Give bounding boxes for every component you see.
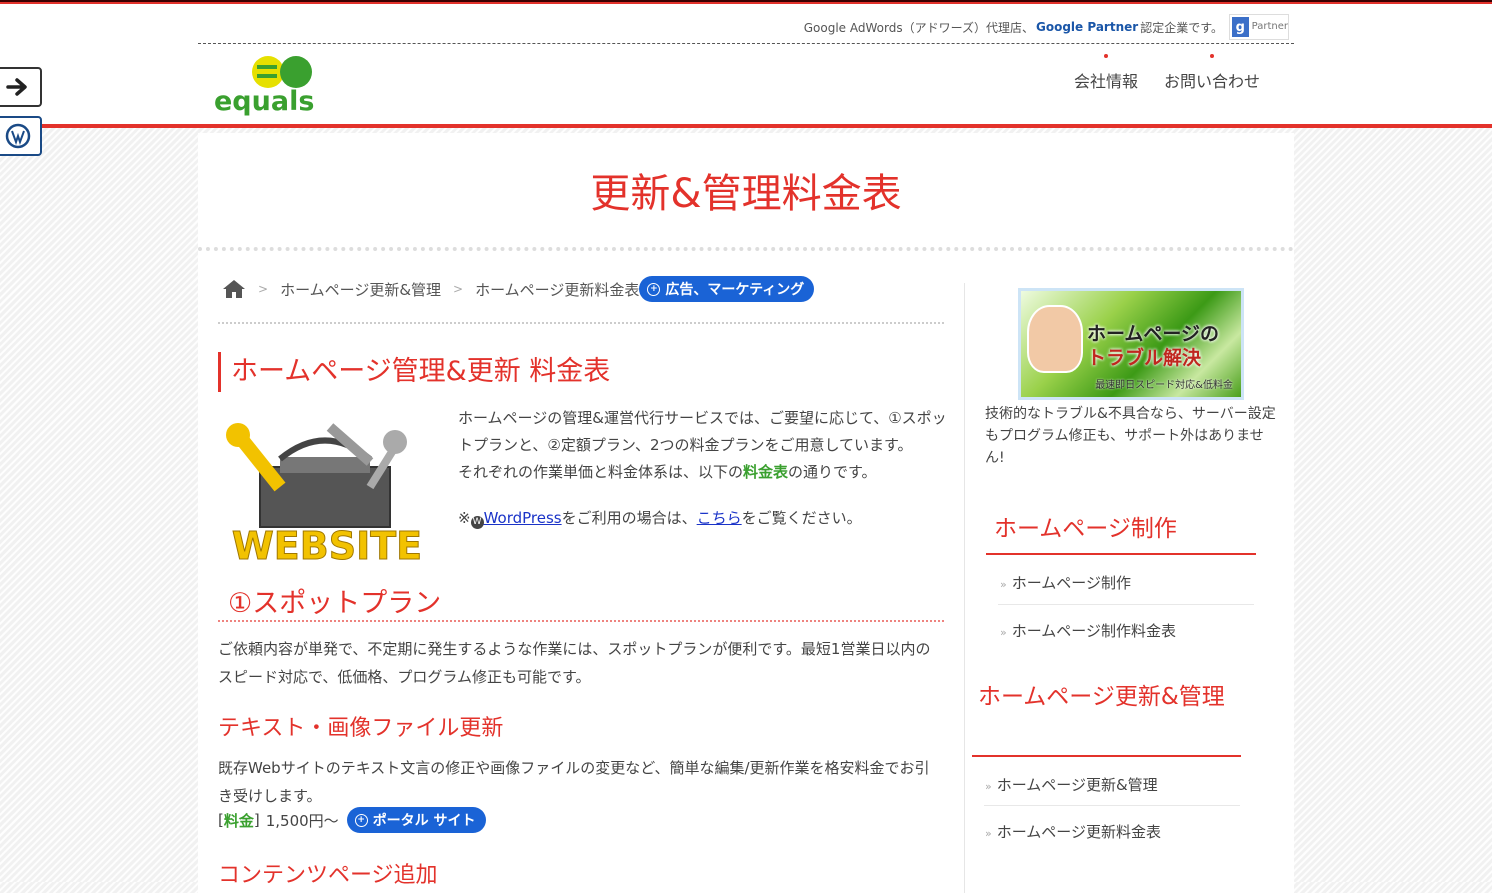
wordpress-button[interactable] bbox=[0, 116, 42, 156]
badge-label: Partner bbox=[1251, 21, 1288, 32]
contents-add-heading: コンテンツページ追加 bbox=[218, 863, 438, 888]
here-link[interactable]: こちら bbox=[697, 509, 742, 527]
arrow-right-icon bbox=[6, 78, 27, 96]
content-container: 更新&管理料金表 > ホームページ更新&管理 > ホームページ更新料金表 + 広… bbox=[198, 133, 1294, 893]
nav-contact[interactable]: お問い合わせ bbox=[1164, 54, 1261, 92]
nav-dot bbox=[1104, 54, 1108, 58]
banner-line1: ホームページの bbox=[1087, 323, 1220, 345]
sidebar-item-label: ホームページ制作 bbox=[1011, 574, 1131, 592]
chevron-right-icon: » bbox=[1000, 626, 1007, 639]
pill-label: 広告、マーケティング bbox=[665, 282, 805, 298]
partner-notice: Google AdWords（アドワーズ）代理店、 Google Partner… bbox=[804, 14, 1289, 40]
plus-circle-icon: + bbox=[354, 813, 368, 827]
intro-paragraph-2: それぞれの作業単価と料金体系は、以下の料金表の通りです。 bbox=[458, 459, 948, 486]
partner-strong: Google Partner bbox=[1036, 20, 1139, 34]
spot-plan-description: ご依頼内容が単発で、不定期に発生するような作業には、スポットプランが便利です。最… bbox=[218, 640, 931, 686]
nav-dot bbox=[1210, 54, 1215, 58]
spot-plan-heading: ①スポットプラン bbox=[228, 588, 442, 619]
website-toolbox-image: WEBSITE bbox=[226, 423, 423, 567]
breadcrumb-divider bbox=[218, 322, 944, 324]
partner-text: Google AdWords（アドワーズ）代理店、 bbox=[803, 20, 1034, 35]
person-image bbox=[1027, 305, 1083, 373]
sidebar-heading-update: ホームページ更新&管理 bbox=[978, 684, 1225, 710]
trouble-banner[interactable]: ホームページの トラブル解決 最速即日スピード対応&低料金 bbox=[1018, 288, 1244, 400]
nav-label: お問い合わせ bbox=[1164, 72, 1261, 91]
google-icon: g bbox=[1232, 17, 1249, 37]
google-partner-badge[interactable]: g Partner bbox=[1229, 14, 1289, 40]
top-dark-line bbox=[0, 0, 1492, 2]
banner-line3: 最速即日スピード対応&低料金 bbox=[1095, 380, 1233, 391]
note-text: をご覧ください。 bbox=[741, 509, 862, 527]
page-title: 更新&管理料金表 bbox=[590, 171, 902, 217]
partner-text-post: 認定企業です。 bbox=[1140, 20, 1223, 35]
sidebar-item-label: ホームページ制作料金表 bbox=[1011, 622, 1176, 640]
nav-company-info[interactable]: 会社情報 bbox=[1074, 54, 1139, 92]
sidebar-heading-underline bbox=[986, 553, 1256, 555]
intro-text: ホームページの管理&運営代行サービスでは、ご要望に応じて、①スポットプランと、②… bbox=[458, 405, 948, 532]
sidebar-divider bbox=[964, 283, 965, 893]
price-bracket: ] bbox=[253, 811, 260, 829]
sidebar-heading-production: ホームページ制作 bbox=[994, 516, 1177, 542]
sidebar-item-label: ホームページ更新&管理 bbox=[996, 776, 1158, 794]
sidebar-separator bbox=[998, 604, 1254, 605]
ad-marketing-pill[interactable]: + 広告、マーケティング bbox=[639, 276, 815, 302]
breadcrumb-separator: > bbox=[453, 282, 464, 296]
sidebar-separator bbox=[984, 805, 1240, 806]
note-mark: ※ bbox=[458, 509, 471, 527]
sidebar-item-update-pricing[interactable]: » ホームページ更新料金表 bbox=[985, 821, 1161, 842]
logo-text: equals bbox=[214, 86, 314, 116]
text-update-description: 既存Webサイトのテキスト文言の修正や画像ファイルの変更など、簡単な編集/更新作… bbox=[218, 759, 930, 805]
chevron-right-icon: » bbox=[985, 827, 992, 840]
sidebar-item-production-pricing[interactable]: » ホームページ制作料金表 bbox=[1000, 620, 1176, 641]
image-label: WEBSITE bbox=[232, 524, 422, 567]
banner-line2: トラブル解決 bbox=[1087, 347, 1202, 369]
text-update-heading: テキスト・画像ファイル更新 bbox=[218, 716, 504, 741]
wordpress-link[interactable]: WordPress bbox=[484, 509, 562, 527]
breadcrumb: > ホームページ更新&管理 > ホームページ更新料金表 + 広告、マーケティング bbox=[222, 276, 815, 302]
sidebar-item-update[interactable]: » ホームページ更新&管理 bbox=[985, 774, 1158, 795]
note-text: をご利用の場合は、 bbox=[561, 509, 697, 527]
price-label: 料金 bbox=[223, 811, 254, 830]
header-divider bbox=[198, 43, 1294, 44]
portal-site-pill[interactable]: + ポータル サイト bbox=[346, 807, 486, 833]
sidebar-item-label: ホームページ更新料金表 bbox=[996, 823, 1161, 841]
nav-label: 会社情報 bbox=[1074, 72, 1139, 91]
sidebar-description: 技術的なトラブル&不具合なら、サーバー設定もプログラム修正も、サポート外はありま… bbox=[985, 406, 1276, 466]
breadcrumb-separator: > bbox=[258, 282, 269, 296]
section-heading: ホームページ管理&更新 料金表 bbox=[218, 352, 610, 392]
main-nav: 会社情報 お問い合わせ bbox=[1074, 54, 1261, 92]
breadcrumb-item-current: ホームページ更新料金表 bbox=[475, 280, 640, 299]
sidebar-item-production[interactable]: » ホームページ制作 bbox=[1000, 572, 1131, 593]
wordpress-icon: W bbox=[470, 516, 484, 529]
sidebar-heading-underline bbox=[972, 755, 1241, 757]
intro-text-part: それぞれの作業単価と料金体系は、以下の bbox=[458, 463, 744, 481]
pill-label: ポータル サイト bbox=[372, 813, 476, 829]
pricing-highlight: 料金表 bbox=[743, 463, 789, 481]
title-divider bbox=[198, 247, 1294, 251]
wordpress-note: ※ W WordPressをご利用の場合は、こちらをご覧ください。 bbox=[458, 505, 948, 532]
equals-logo[interactable]: equals bbox=[212, 52, 322, 116]
chevron-right-icon: » bbox=[985, 780, 992, 793]
chevron-right-icon: » bbox=[1000, 578, 1007, 591]
intro-paragraph: ホームページの管理&運営代行サービスでは、ご要望に応じて、①スポットプランと、②… bbox=[458, 409, 947, 454]
home-icon[interactable] bbox=[222, 279, 246, 299]
spot-plan-divider bbox=[218, 620, 944, 622]
breadcrumb-item[interactable]: ホームページ更新&管理 bbox=[280, 279, 441, 300]
side-toggle-button[interactable] bbox=[0, 67, 42, 107]
wordpress-icon bbox=[5, 123, 31, 149]
intro-text-part: の通りです。 bbox=[788, 463, 877, 481]
header-bottom-bar bbox=[0, 124, 1492, 128]
price-value: 1,500円～ bbox=[265, 811, 339, 830]
plus-circle-icon: + bbox=[647, 282, 661, 296]
price-line: [料金] 1,500円～ + ポータル サイト bbox=[218, 807, 486, 833]
